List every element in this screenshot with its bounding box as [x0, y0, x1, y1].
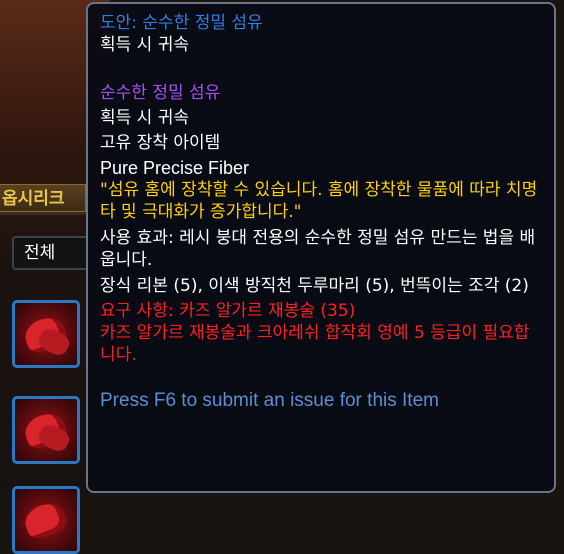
- blueprint-title: 도안: 순수한 정밀 섬유: [100, 13, 263, 33]
- use-effect: 사용 효과: 레시 붕대 전용의 순수한 정밀 섬유 만드는 법을 배웁니다.: [100, 228, 536, 270]
- ribbon-icon: [21, 499, 69, 541]
- press-hint: Press F6 to submit an issue for this Ite…: [100, 390, 439, 411]
- item-tooltip: 도안: 순수한 정밀 섬유 획득 시 귀속 순수한 정밀 섬유 획득 시 귀속 …: [86, 2, 556, 493]
- item-unique: 고유 장착 아이템: [100, 133, 221, 153]
- item-name: 순수한 정밀 섬유: [100, 83, 221, 103]
- reagents: 장식 리본 (5), 이색 방직천 두루마리 (5), 번뜩이는 조각 (2): [100, 276, 529, 296]
- requirement: 요구 사항: 카즈 알가르 재봉술 (35): [100, 301, 356, 321]
- item-binding: 획득 시 귀속: [100, 108, 190, 128]
- recipe-item-slot[interactable]: [12, 396, 80, 464]
- blueprint-binding: 획득 시 귀속: [100, 35, 190, 55]
- flavor-text: "섬유 홈에 장착할 수 있습니다. 홈에 장착한 물품에 따라 치명타 및 극…: [100, 180, 538, 222]
- recipe-item-slot[interactable]: [12, 486, 80, 554]
- reputation-requirement: 카즈 알가르 재봉술과 크아레쉬 합작회 영예 5 등급이 필요합니다.: [100, 323, 530, 365]
- item-english-name: Pure Precise Fiber: [100, 158, 250, 178]
- profession-tab[interactable]: 옵시리크: [0, 184, 86, 212]
- recipe-item-slot[interactable]: [12, 300, 80, 368]
